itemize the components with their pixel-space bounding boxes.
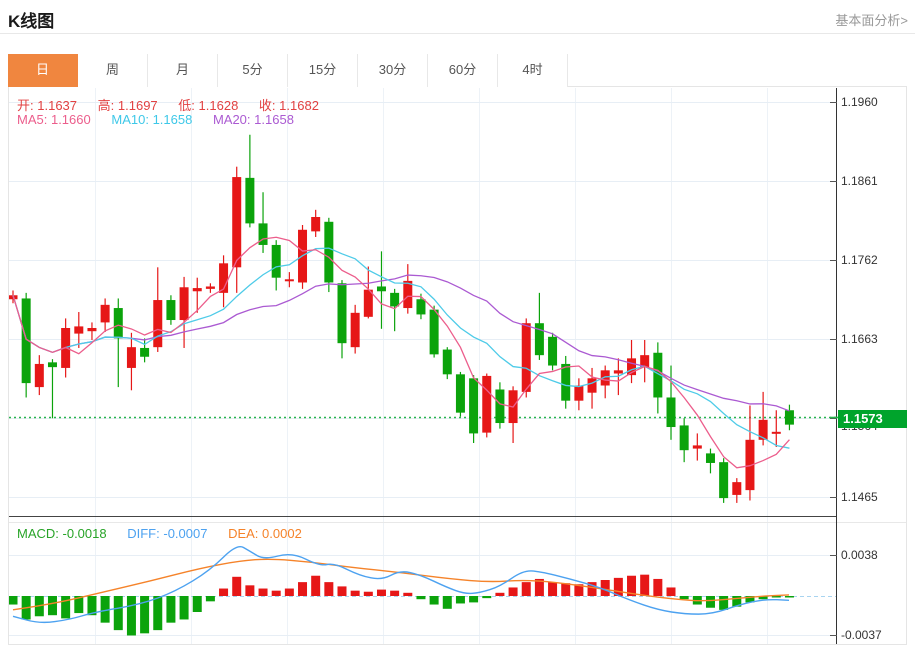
tab-15min[interactable]: 15分 xyxy=(288,54,358,87)
y-axis-label: 1.1762 xyxy=(841,253,878,267)
diff-value: -0.0007 xyxy=(163,526,207,541)
tab-60min[interactable]: 60分 xyxy=(428,54,498,87)
macd-y-axis-label: 0.0038 xyxy=(841,548,878,562)
ma10-label: MA10: xyxy=(111,112,149,127)
low-label: 低: xyxy=(178,98,195,113)
high-value: 1.1697 xyxy=(118,98,158,113)
fundamental-analysis-link[interactable]: 基本面分析> xyxy=(835,10,908,29)
macd-y-axis-label: -0.0037 xyxy=(841,628,882,642)
dea-label: DEA: xyxy=(228,526,258,541)
diff-label: DIFF: xyxy=(127,526,160,541)
close-label: 收: xyxy=(259,98,276,113)
y-axis-label: 1.1465 xyxy=(841,490,878,504)
page-title: K线图 xyxy=(8,7,54,32)
ma20-label: MA20: xyxy=(213,112,251,127)
header-divider xyxy=(0,33,915,34)
tab-day[interactable]: 日 xyxy=(8,54,78,87)
ma5-label: MA5: xyxy=(17,112,47,127)
y-axis-label: 1.1663 xyxy=(841,332,878,346)
open-label: 开: xyxy=(17,98,34,113)
tab-week[interactable]: 周 xyxy=(78,54,148,87)
kline-page: K线图 基本面分析> 日 周 月 5分 15分 30分 60分 4时 开: 1.… xyxy=(0,0,915,650)
tab-bar-filler xyxy=(568,54,907,86)
macd-value: -0.0018 xyxy=(63,526,107,541)
macd-label: MACD: xyxy=(17,526,59,541)
ma5-value: 1.1660 xyxy=(51,112,91,127)
close-value: 1.1682 xyxy=(279,98,319,113)
y-axis-label: 1.1960 xyxy=(841,95,878,109)
high-label: 高: xyxy=(98,98,115,113)
ma-legend: MA5: 1.1660 MA10: 1.1658 MA20: 1.1658 xyxy=(17,112,311,127)
y-axis-label: 1.1861 xyxy=(841,174,878,188)
open-value: 1.1637 xyxy=(37,98,77,113)
chart-container xyxy=(8,54,907,645)
low-value: 1.1628 xyxy=(199,98,239,113)
macd-legend: MACD: -0.0018 DIFF: -0.0007 DEA: 0.0002 xyxy=(17,526,319,541)
tab-5min[interactable]: 5分 xyxy=(218,54,288,87)
dea-value: 0.0002 xyxy=(262,526,302,541)
ma20-value: 1.1658 xyxy=(254,112,294,127)
tab-month[interactable]: 月 xyxy=(148,54,218,87)
ma10-value: 1.1658 xyxy=(153,112,193,127)
interval-tab-bar: 日 周 月 5分 15分 30分 60分 4时 xyxy=(8,54,907,87)
tab-4hour[interactable]: 4时 xyxy=(498,54,568,87)
current-price-tag: 1.1573 xyxy=(838,410,907,428)
tab-30min[interactable]: 30分 xyxy=(358,54,428,87)
